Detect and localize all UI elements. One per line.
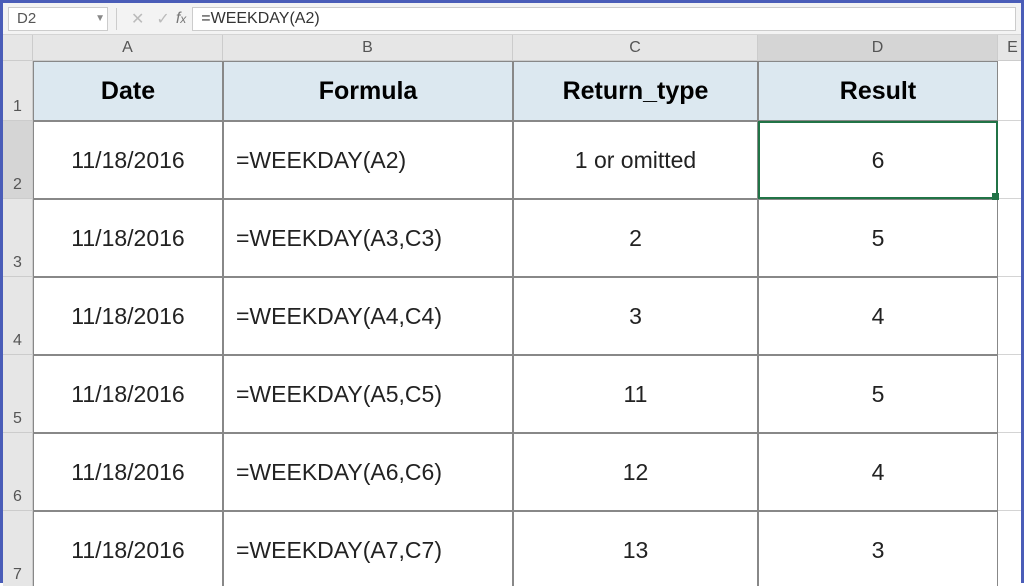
cell-D3[interactable]: 5: [758, 199, 998, 277]
name-box[interactable]: D2 ▼: [8, 7, 108, 31]
cell-D1[interactable]: Result: [758, 61, 998, 121]
column-headers: A B C D E: [33, 35, 1021, 61]
cell-A1[interactable]: Date: [33, 61, 223, 121]
row-header-6[interactable]: 6: [3, 433, 33, 511]
name-box-value: D2: [17, 10, 36, 27]
cell-B5[interactable]: =WEEKDAY(A5,C5): [223, 355, 513, 433]
cell-C2[interactable]: 1 or omitted: [513, 121, 758, 199]
row-header-2[interactable]: 2: [3, 121, 33, 199]
col-header-E[interactable]: E: [998, 35, 1021, 61]
cell-B1[interactable]: Formula: [223, 61, 513, 121]
cell-E7[interactable]: [998, 511, 1021, 586]
cells-area: Date Formula Return_type Result 11/18/20…: [33, 61, 1021, 586]
cell-C7[interactable]: 13: [513, 511, 758, 586]
cancel-icon[interactable]: ✕: [125, 9, 150, 29]
cell-E6[interactable]: [998, 433, 1021, 511]
cell-D7[interactable]: 3: [758, 511, 998, 586]
chevron-down-icon[interactable]: ▼: [95, 13, 105, 24]
cell-B7[interactable]: =WEEKDAY(A7,C7): [223, 511, 513, 586]
cell-A7[interactable]: 11/18/2016: [33, 511, 223, 586]
cell-D2[interactable]: 6: [758, 121, 998, 199]
formula-input[interactable]: [192, 7, 1016, 31]
cell-A5[interactable]: 11/18/2016: [33, 355, 223, 433]
cell-A4[interactable]: 11/18/2016: [33, 277, 223, 355]
col-header-C[interactable]: C: [513, 35, 758, 61]
cell-D5[interactable]: 5: [758, 355, 998, 433]
fx-icon[interactable]: fx: [176, 10, 186, 28]
cell-C6[interactable]: 12: [513, 433, 758, 511]
cell-A3[interactable]: 11/18/2016: [33, 199, 223, 277]
cell-C1[interactable]: Return_type: [513, 61, 758, 121]
row-header-4[interactable]: 4: [3, 277, 33, 355]
cell-E2[interactable]: [998, 121, 1021, 199]
cell-E3[interactable]: [998, 199, 1021, 277]
col-header-D[interactable]: D: [758, 35, 998, 61]
cell-C3[interactable]: 2: [513, 199, 758, 277]
cell-D4[interactable]: 4: [758, 277, 998, 355]
row-header-7[interactable]: 7: [3, 511, 33, 586]
enter-icon[interactable]: ✓: [150, 9, 175, 29]
cell-E1[interactable]: [998, 61, 1021, 121]
cell-A2[interactable]: 11/18/2016: [33, 121, 223, 199]
cell-B2[interactable]: =WEEKDAY(A2): [223, 121, 513, 199]
row-header-5[interactable]: 5: [3, 355, 33, 433]
col-header-A[interactable]: A: [33, 35, 223, 61]
row-headers: 1 2 3 4 5 6 7: [3, 61, 33, 586]
cell-E4[interactable]: [998, 277, 1021, 355]
cell-D6[interactable]: 4: [758, 433, 998, 511]
cell-B3[interactable]: =WEEKDAY(A3,C3): [223, 199, 513, 277]
col-header-B[interactable]: B: [223, 35, 513, 61]
divider: [116, 8, 117, 30]
cell-B6[interactable]: =WEEKDAY(A6,C6): [223, 433, 513, 511]
cell-C5[interactable]: 11: [513, 355, 758, 433]
cell-A6[interactable]: 11/18/2016: [33, 433, 223, 511]
spreadsheet-grid: A B C D E 1 2 3 4 5 6 7 Date Formula Ret…: [3, 35, 1021, 586]
row-header-1[interactable]: 1: [3, 61, 33, 121]
cell-C4[interactable]: 3: [513, 277, 758, 355]
cell-E5[interactable]: [998, 355, 1021, 433]
cell-B4[interactable]: =WEEKDAY(A4,C4): [223, 277, 513, 355]
row-header-3[interactable]: 3: [3, 199, 33, 277]
select-all-corner[interactable]: [3, 35, 33, 61]
formula-bar-row: D2 ▼ ✕ ✓ fx: [3, 3, 1021, 35]
